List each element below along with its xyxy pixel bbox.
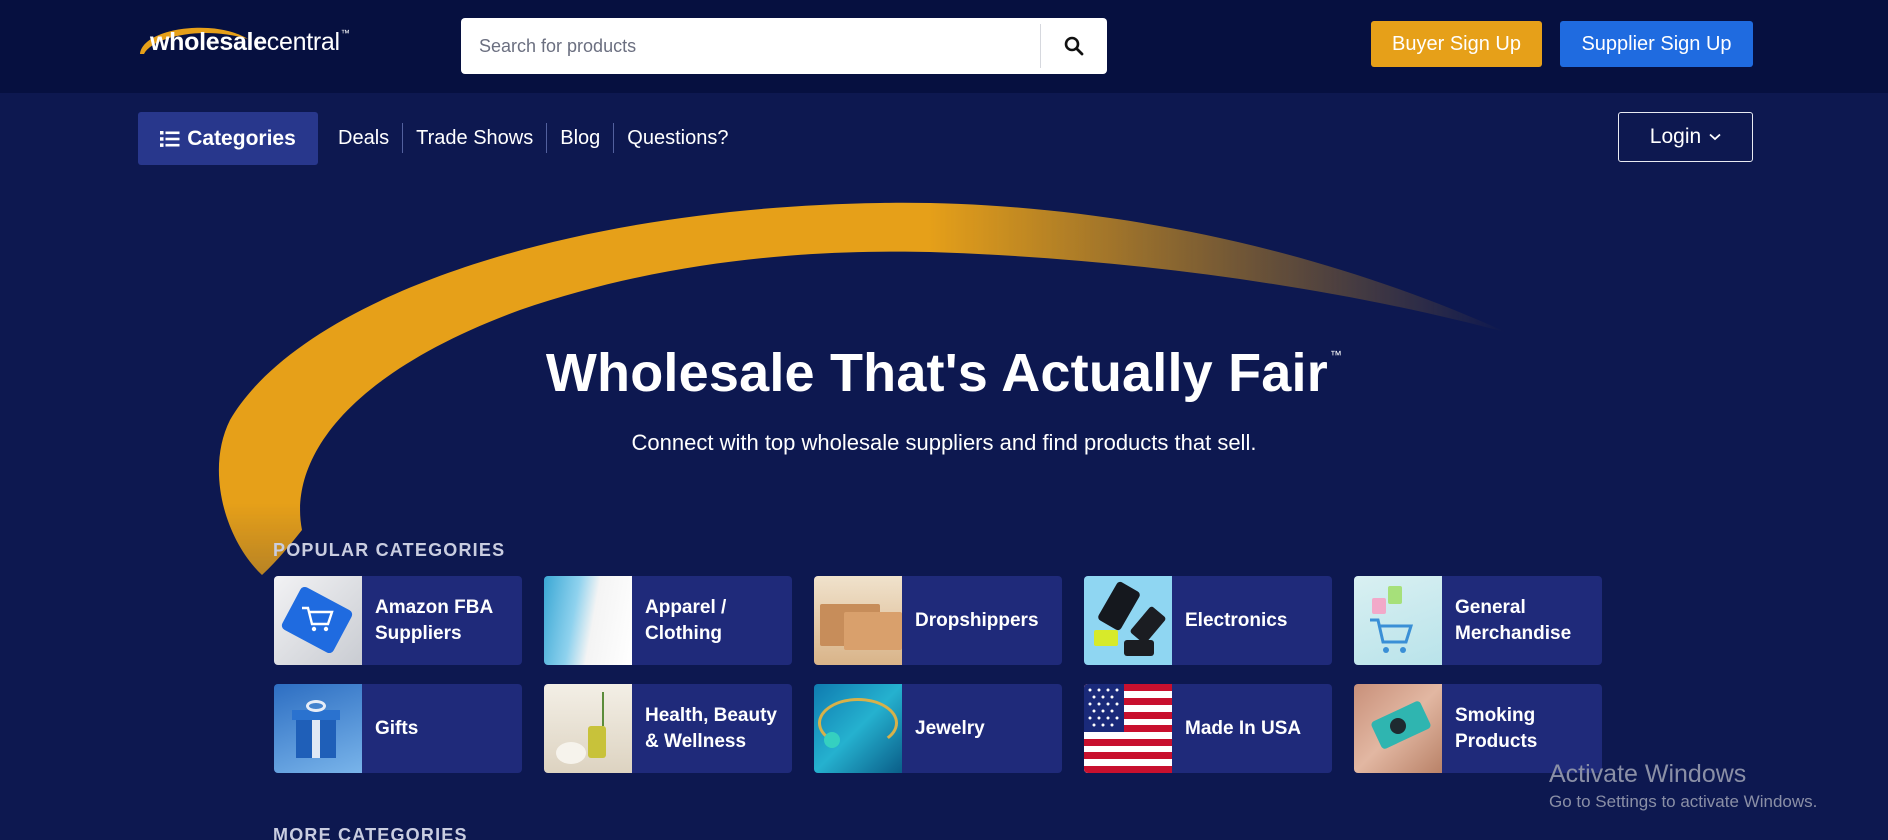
category-card-dropshippers[interactable]: Dropshippers — [814, 576, 1062, 665]
popular-categories-heading: POPULAR CATEGORIES — [273, 540, 506, 560]
shopping-cart-icon — [302, 606, 334, 632]
category-label: Dropshippers — [915, 609, 1039, 631]
category-label: Electronics — [1185, 609, 1288, 631]
buyer-sign-up-button[interactable]: Buyer Sign Up — [1371, 21, 1542, 67]
category-label: Smoking Products — [1455, 704, 1538, 752]
login-button[interactable]: Login — [1618, 112, 1753, 162]
shopping-cart-icon — [1370, 618, 1414, 653]
category-label: Jewelry — [915, 717, 985, 739]
supplier-sign-up-button[interactable]: Supplier Sign Up — [1560, 21, 1753, 67]
category-label: Health, Beauty & Wellness — [645, 704, 777, 752]
windows-activation-title: Activate Windows — [1549, 760, 1747, 788]
category-card-jewelry[interactable]: Jewelry — [814, 684, 1062, 773]
us-flag-icon — [1084, 684, 1172, 773]
nav-item-deals[interactable]: Deals — [325, 123, 402, 153]
category-card-electronics[interactable]: Electronics — [1084, 576, 1332, 665]
category-card-gifts[interactable]: Gifts — [274, 684, 522, 773]
category-label: Amazon FBA Suppliers — [375, 596, 493, 644]
category-thumb-gifts — [274, 684, 362, 773]
search-bar — [461, 18, 1107, 74]
hero-subtitle: Connect with top wholesale suppliers and… — [631, 430, 1257, 455]
category-thumb-apparel — [544, 576, 632, 665]
nav-item-trade-shows[interactable]: Trade Shows — [403, 123, 546, 153]
category-thumb-made-in-usa — [1084, 684, 1172, 773]
category-label: Made In USA — [1185, 717, 1302, 739]
category-thumb-electronics — [1084, 576, 1172, 665]
nav-item-questions[interactable]: Questions? — [614, 123, 741, 153]
category-thumb-smoking-products — [1354, 684, 1442, 773]
site-logo[interactable]: wholesale central ™ — [136, 22, 350, 62]
categories-button[interactable]: Categories — [138, 112, 318, 165]
login-button-label: Login — [1649, 125, 1702, 148]
category-label: General Merchandise — [1455, 596, 1572, 644]
chevron-down-icon — [1709, 133, 1721, 141]
category-thumb-dropshippers — [814, 576, 902, 665]
category-thumb-amazon-fba — [274, 576, 362, 665]
category-card-health-beauty[interactable]: Health, Beauty & Wellness — [544, 684, 792, 773]
search-icon — [1064, 36, 1084, 56]
main-nav: Deals Trade Shows Blog Questions? — [325, 121, 741, 155]
nav-item-blog[interactable]: Blog — [547, 123, 613, 153]
category-card-apparel[interactable]: Apparel / Clothing — [544, 576, 792, 665]
categories-button-label: Categories — [187, 126, 296, 150]
category-label: Gifts — [375, 717, 419, 739]
hero-title-text: Wholesale That's Actually Fair — [545, 343, 1328, 403]
category-thumb-jewelry — [814, 684, 902, 773]
category-label: Apparel / Clothing — [645, 596, 727, 644]
more-categories-heading: MORE CATEGORIES — [273, 825, 468, 840]
search-button[interactable] — [1040, 24, 1107, 68]
logo-text-wholesale: wholesale — [150, 27, 267, 56]
search-input[interactable] — [461, 18, 1040, 74]
category-card-amazon-fba[interactable]: Amazon FBA Suppliers — [274, 576, 522, 665]
category-card-general-merchandise[interactable]: General Merchandise — [1354, 576, 1602, 665]
category-card-made-in-usa[interactable]: Made In USA — [1084, 684, 1332, 773]
hero-title: Wholesale That's Actually Fair ™ — [0, 342, 1888, 404]
category-thumb-general-merchandise — [1354, 576, 1442, 665]
category-thumb-health-beauty — [544, 684, 632, 773]
logo-text-central: central — [266, 27, 340, 56]
hero-title-trademark: ™ — [1329, 348, 1343, 362]
logo-trademark: ™ — [340, 28, 350, 38]
windows-activation-subtitle: Go to Settings to activate Windows. — [1549, 792, 1818, 811]
list-icon — [160, 130, 180, 147]
